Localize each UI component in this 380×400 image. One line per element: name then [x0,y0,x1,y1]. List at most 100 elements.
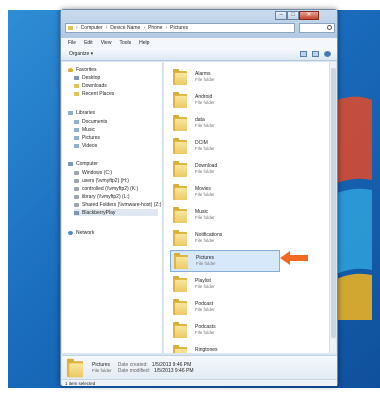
folder-icon [74,91,79,96]
nav-label: users (\\vmyftp2) (H:) [82,177,129,184]
file-item-android[interactable]: Android File folder [170,89,280,111]
nav-shared-z[interactable]: Shared Folders (\\vmware-host) (Z:) [74,201,161,208]
nav-downloads[interactable]: Downloads [74,82,107,89]
breadcrumb-computer[interactable]: Computer [81,25,103,31]
file-type: File folder [195,330,215,335]
file-type: File folder [195,238,215,243]
nav-documents[interactable]: Documents [74,118,107,125]
file-type: File folder [195,215,215,220]
details-name-col: Pictures File folder [92,362,112,373]
file-item-download[interactable]: Download File folder [170,158,280,180]
network-drive-icon [74,194,79,199]
menu-help[interactable]: Help [139,40,149,46]
chevron-icon: › [143,25,145,31]
network-icon [68,230,73,235]
file-item-music[interactable]: Music File folder [170,204,280,226]
search-input[interactable] [299,23,335,33]
nav-label: Libraries [76,109,96,116]
folder-icon [173,92,187,108]
pictures-icon [74,135,79,140]
breadcrumb-phone[interactable]: Phone [148,25,162,31]
nav-recent[interactable]: Recent Places [74,90,114,97]
nav-users-h[interactable]: users (\\vmyftp2) (H:) [74,177,129,184]
chevron-icon: › [165,25,168,31]
toolbar-right [300,51,331,57]
scrollbar[interactable] [329,62,336,353]
scroll-thumb[interactable] [331,68,336,338]
nav-controlled-k[interactable]: controlled (\\vmyftp2) (K:) [74,185,138,192]
left-margin [0,0,8,400]
navigation-pane: Favorites Desktop Downloads Recent Place… [62,62,163,353]
nav-label: Pictures [82,134,101,141]
library-icon [68,110,73,115]
nav-computer[interactable]: Computer [68,160,98,167]
menu-edit[interactable]: Edit [84,40,93,46]
status-bar: 1 item selected [62,379,337,386]
nav-network[interactable]: Network [68,229,94,236]
breadcrumb-pictures[interactable]: Pictures [170,25,188,31]
view-options-icon[interactable] [300,51,307,57]
modified-label: Date modified: [117,367,151,374]
chevron-icon: › [76,25,78,31]
menu-view[interactable]: View [101,40,112,46]
file-type: File folder [195,100,215,105]
file-item-notifications[interactable]: Notifications File folder [170,227,280,249]
folder-icon [66,358,84,377]
computer-icon [68,161,73,166]
folder-icon [173,69,187,85]
folder-icon [74,83,79,88]
nav-desktop[interactable]: Desktop [74,74,100,81]
modified-value: 1/5/2013 9:46 PM [154,367,194,374]
folder-icon [173,276,187,292]
nav-favorites[interactable]: Favorites [68,66,97,73]
file-item-data[interactable]: data File folder [170,112,280,134]
file-type: File folder [195,123,215,128]
menu-file[interactable]: File [68,40,76,46]
network-drive-icon [74,202,79,207]
maximize-button[interactable]: □ [287,11,299,20]
nav-pictures[interactable]: Pictures [74,134,100,141]
nav-label: Recent Places [82,90,115,97]
folder-icon [68,26,73,30]
file-type: File folder [195,77,215,82]
organize-button[interactable]: Organize ▾ [69,51,93,57]
nav-label: Favorites [76,66,97,73]
address-bar[interactable]: › Computer › Device Name › Phone › Pictu… [65,23,295,33]
menu-bar: File Edit View Tools Help [61,38,337,48]
file-item-playlist[interactable]: Playlist File folder [170,273,280,295]
preview-pane-icon[interactable] [312,51,319,57]
nav-music[interactable]: Music [74,126,95,133]
help-icon[interactable] [324,51,331,57]
network-drive-icon [74,186,79,191]
file-type: File folder [195,307,215,312]
file-item-ringtones[interactable]: RingtonesFile folder [170,342,280,353]
nav-label: controlled (\\vmyftp2) (K:) [82,185,139,192]
drive-icon [74,170,79,175]
folder-icon [173,138,187,154]
file-item-alarms[interactable]: Alarms File folder [170,66,280,88]
nav-videos[interactable]: Videos [74,142,97,149]
details-type: File folder [92,368,112,373]
nav-label: BlackberryPlay [82,209,116,216]
file-item-podcasts[interactable]: Podcasts File folder [170,319,280,341]
breadcrumb-device[interactable]: Device Name [110,25,140,31]
nav-windows-c[interactable]: Windows (C:) [74,169,112,176]
menu-tools[interactable]: Tools [119,40,131,46]
nav-label: Computer [76,160,98,167]
documents-icon [74,119,79,124]
device-icon [74,210,79,215]
explorer-window: – □ ✕ › Computer › Device Name › Phone ›… [60,9,338,386]
bottom-margin [0,388,380,400]
file-item-movies[interactable]: Movies File folder [170,181,280,203]
folder-icon [173,161,187,177]
minimize-button[interactable]: – [275,11,287,20]
nav-libraries[interactable]: Libraries [68,109,95,116]
file-item-podcast[interactable]: Podcast File folder [170,296,280,318]
nav-blackberry[interactable]: BlackberryPlay [74,209,158,216]
nav-library-l[interactable]: library (\\vmyftp2) (L:) [74,193,130,200]
file-list: Alarms File folder Android File folder data F… [164,62,336,353]
details-pane: Pictures File folder Date created: 1/5/20… [62,355,337,379]
close-button[interactable]: ✕ [299,11,319,20]
file-item-pictures[interactable]: Pictures File folder [170,250,280,272]
file-item-dcim[interactable]: DCIM File folder [170,135,280,157]
